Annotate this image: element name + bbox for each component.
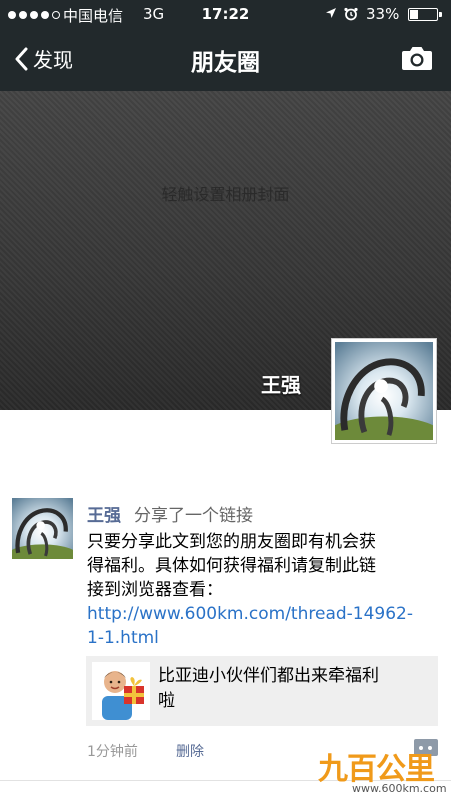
post-avatar-image — [12, 498, 73, 559]
battery-fill — [410, 10, 419, 19]
post-text-line: 接到浏览器查看： — [87, 580, 223, 600]
battery-percent: 33% — [366, 5, 400, 23]
battery-icon — [408, 8, 442, 21]
post-link-line[interactable]: http://www.600km.com/thread-14962- — [87, 602, 443, 626]
post-avatar[interactable] — [12, 498, 73, 559]
shared-link-title-line: 啦 — [158, 691, 175, 711]
cover-user-name: 王强 — [261, 373, 301, 397]
post-action-text: 分享了一个链接 — [134, 506, 253, 526]
post-link[interactable]: http://www.600km.com/thread-14962- 1-1.h… — [87, 602, 443, 650]
watermark-logo: 九百公里 www.600km.com — [318, 744, 448, 798]
post-text-line: 得福利。具体如何获得福利请复制此链 — [87, 556, 376, 576]
shared-link-title-line: 比亚迪小伙伴们都出来牵福利 — [158, 666, 379, 686]
post-timestamp: 1分钟前 — [87, 744, 138, 760]
alarm-clock-icon — [344, 7, 358, 21]
boy-with-gift-image — [92, 662, 150, 720]
post-author-name[interactable]: 王强 — [87, 501, 121, 526]
watermark-url: www.600km.com — [352, 782, 447, 795]
delete-button[interactable]: 删除 — [176, 741, 204, 761]
shared-link-card[interactable]: 比亚迪小伙伴们都出来牵福利 啦 — [86, 656, 438, 726]
camera-icon[interactable] — [401, 44, 433, 72]
cover-hint[interactable]: 轻触设置相册封面 — [0, 181, 451, 205]
top-bar: 中国电信 3G 17:22 33% 发现 朋友圈 — [0, 0, 451, 91]
shared-link-title: 比亚迪小伙伴们都出来牵福利 啦 — [158, 664, 428, 714]
post-text: 只要分享此文到您的朋友圈即有机会获 得福利。具体如何获得福利请复制此链 接到浏览… — [87, 530, 443, 602]
page-title: 朋友圈 — [191, 50, 260, 76]
location-arrow-icon — [326, 8, 336, 18]
shared-link-thumbnail — [92, 662, 150, 720]
nav-bar: 发现 朋友圈 — [0, 30, 451, 91]
post-link-line[interactable]: 1-1.html — [87, 626, 443, 650]
post-text-line: 只要分享此文到您的朋友圈即有机会获 — [87, 532, 376, 552]
profile-avatar[interactable] — [331, 338, 437, 444]
avatar-image — [335, 342, 433, 440]
status-bar: 中国电信 3G 17:22 33% — [0, 0, 451, 30]
